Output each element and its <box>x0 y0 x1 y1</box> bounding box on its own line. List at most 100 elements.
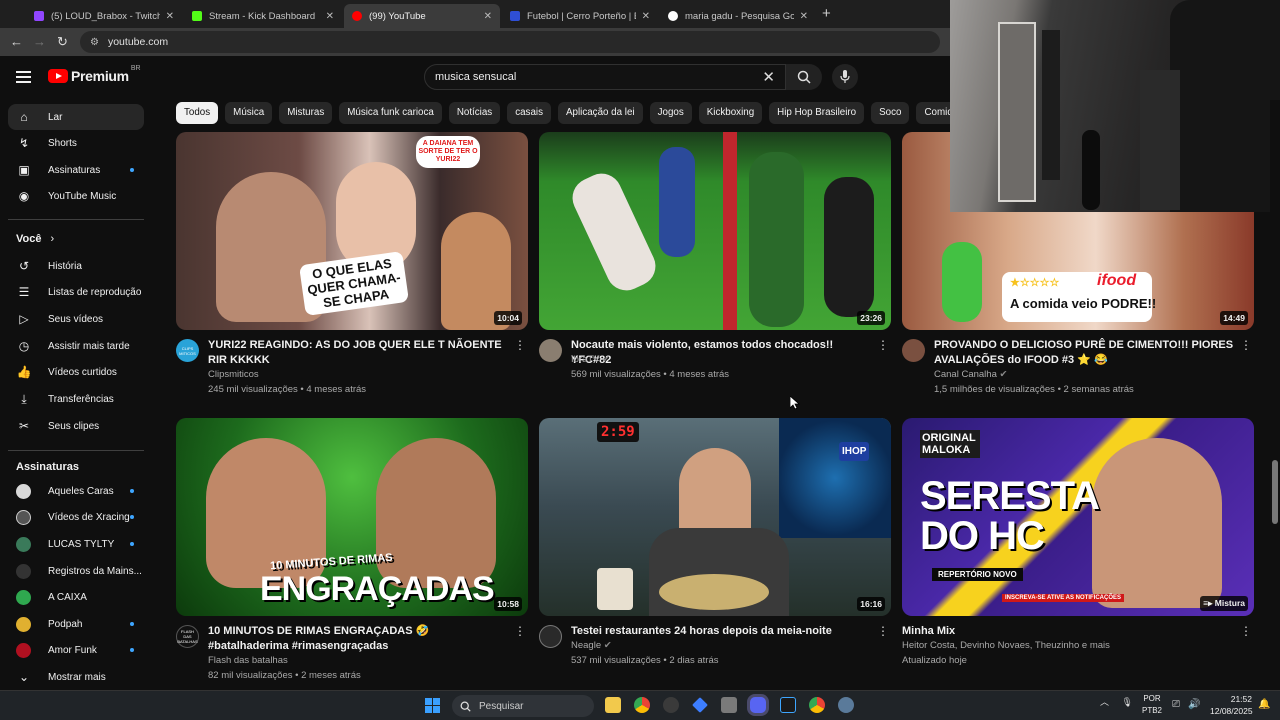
video-title[interactable]: Nocaute mais violento, estamos todos cho… <box>571 338 871 368</box>
close-tab-icon[interactable]: ✕ <box>800 11 808 22</box>
language-indicator[interactable]: POR PTB2 <box>1142 693 1162 717</box>
chip[interactable]: Misturas <box>279 102 333 124</box>
taskbar-search[interactable]: Pesquisar <box>452 695 594 717</box>
taskbar-clock[interactable]: 21:52 12/08/2025 <box>1210 693 1253 717</box>
tab-youtube[interactable]: (99) YouTube ✕ <box>344 4 500 28</box>
sidebar-heading-you[interactable]: Você › <box>16 233 54 245</box>
chip-todos[interactable]: Todos <box>176 102 219 124</box>
new-tab-icon[interactable]: + <box>822 5 831 22</box>
sidebar-item-channel[interactable]: Registros da Mains... <box>8 558 144 584</box>
chip[interactable]: Kickboxing <box>698 102 763 124</box>
file-explorer-icon[interactable] <box>605 697 621 713</box>
mix-thumbnail[interactable]: ORIGINAL MALOKA SERESTA DO HC REPERTÓRIO… <box>902 418 1254 616</box>
discord-icon[interactable] <box>750 697 766 713</box>
channel-avatar[interactable] <box>539 625 562 648</box>
windows-start-icon[interactable] <box>425 698 441 714</box>
sidebar-item-watch-later[interactable]: ◷ Assistir mais tarde <box>8 333 144 359</box>
microphone-icon[interactable]: 🎙 <box>1122 697 1133 707</box>
tab-kick[interactable]: Stream - Kick Dashboard ✕ <box>184 4 342 28</box>
channel-name[interactable]: Clipsmiticos <box>208 369 259 380</box>
chip[interactable]: Comida <box>916 102 950 124</box>
video-title[interactable]: Testei restaurantes 24 horas depois da m… <box>571 624 871 639</box>
chip[interactable]: Jogos <box>649 102 692 124</box>
chrome-icon[interactable] <box>634 697 650 713</box>
video-thumbnail[interactable]: 2:59 IHOP 16:16 <box>539 418 891 616</box>
channel-name[interactable]: IbraTV ✔ <box>571 354 610 365</box>
tab-futebol[interactable]: Futebol | Cerro Porteño | Estud ✕ <box>502 4 658 28</box>
sidebar-item-channel[interactable]: A CAIXA <box>8 584 144 610</box>
sidebar-item-subscriptions[interactable]: ▣ Assinaturas <box>8 157 144 183</box>
chip[interactable]: Aplicação da lei <box>557 102 643 124</box>
channel-name[interactable]: Neagle ✔ <box>571 640 612 651</box>
more-options-icon[interactable]: ⋮ <box>514 338 526 352</box>
video-thumbnail[interactable]: O QUE ELAS QUER CHAMA-SE CHAPA A DAIANA … <box>176 132 528 330</box>
notification-bell-icon[interactable]: 🔔 <box>1258 699 1270 710</box>
video-title[interactable]: 10 MINUTOS DE RIMAS ENGRAÇADAS 🤣 #batalh… <box>208 624 508 654</box>
sidebar-item-channel[interactable]: Aqueles Caras <box>8 478 144 504</box>
sidebar-item-liked-videos[interactable]: 👍 Vídeos curtidos <box>8 359 144 385</box>
video-thumbnail[interactable]: 23:26 <box>539 132 891 330</box>
sidebar-item-home[interactable]: ⌂ Lar <box>8 104 144 130</box>
sidebar-item-shorts[interactable]: ↯ Shorts <box>8 130 144 156</box>
app-icon[interactable] <box>721 697 737 713</box>
video-title[interactable]: PROVANDO O DELICIOSO PURÊ DE CIMENTO!!! … <box>934 338 1234 368</box>
chrome-icon[interactable] <box>809 697 825 713</box>
more-options-icon[interactable]: ⋮ <box>877 624 889 638</box>
app-icon[interactable] <box>663 697 679 713</box>
chip[interactable]: Hip Hop Brasileiro <box>769 102 865 124</box>
tab-twitch[interactable]: (5) LOUD_Brabox - Twitch ✕ <box>26 4 182 28</box>
sidebar-item-history[interactable]: ↺ História <box>8 253 144 279</box>
volume-icon[interactable]: 🔊 <box>1188 699 1200 710</box>
more-options-icon[interactable]: ⋮ <box>877 338 889 352</box>
sidebar-item-downloads[interactable]: ⤓ Transferências <box>8 386 144 412</box>
sidebar-show-more[interactable]: ⌄ Mostrar mais <box>8 664 144 690</box>
back-icon[interactable]: ← <box>10 34 23 49</box>
network-icon[interactable]: ⎚ <box>1172 699 1180 710</box>
chip[interactable]: casais <box>507 102 551 124</box>
chip[interactable]: Soco <box>871 102 910 124</box>
video-title[interactable]: Minha Mix <box>902 624 1202 639</box>
search-input[interactable]: musica sensucal ✕ <box>424 64 786 90</box>
sidebar-item-channel[interactable]: Podpah <box>8 611 144 637</box>
sidebar-item-playlists[interactable]: ☰ Listas de reprodução <box>8 279 144 305</box>
channel-avatar[interactable]: FLASH DAS BATALHAS <box>176 625 199 648</box>
sidebar-item-clips[interactable]: ✂ Seus clipes <box>8 413 144 439</box>
channel-name[interactable]: Flash das batalhas <box>208 655 288 666</box>
more-options-icon[interactable]: ⋮ <box>1240 338 1252 352</box>
forward-icon[interactable]: → <box>33 34 46 49</box>
menu-icon[interactable] <box>16 71 31 86</box>
close-tab-icon[interactable]: ✕ <box>642 11 650 22</box>
chip[interactable]: Música <box>225 102 273 124</box>
close-tab-icon[interactable]: ✕ <box>484 11 492 22</box>
youtube-logo[interactable]: Premium BR <box>48 65 141 84</box>
channel-avatar[interactable] <box>902 339 925 362</box>
sidebar-item-channel[interactable]: Amor Funk <box>8 637 144 663</box>
app-icon[interactable] <box>692 697 708 713</box>
url-field[interactable]: ⚙ youtube.com <box>80 31 940 53</box>
sidebar-item-channel[interactable]: LUCAS TYLTY <box>8 531 144 557</box>
more-options-icon[interactable]: ⋮ <box>1240 624 1252 638</box>
sidebar-item-youtube-music[interactable]: ◉ YouTube Music <box>8 183 144 209</box>
search-button[interactable] <box>786 64 822 90</box>
page-scrollbar[interactable] <box>1270 100 1280 690</box>
chip[interactable]: Música funk carioca <box>339 102 442 124</box>
sidebar-item-your-videos[interactable]: ▷ Seus vídeos <box>8 306 144 332</box>
channel-avatar[interactable]: CLIPS MITICOS <box>176 339 199 362</box>
scrollbar-thumb[interactable] <box>1272 460 1278 524</box>
settings-icon[interactable] <box>838 697 854 713</box>
voice-search-button[interactable] <box>832 64 858 90</box>
reload-icon[interactable]: ↻ <box>57 34 68 50</box>
tab-google[interactable]: maria gadu - Pesquisa Google ✕ <box>660 4 816 28</box>
close-tab-icon[interactable]: ✕ <box>326 11 334 22</box>
channel-avatar[interactable] <box>539 339 562 362</box>
close-tab-icon[interactable]: ✕ <box>166 11 174 22</box>
chevron-up-icon[interactable]: ︿ <box>1100 697 1109 707</box>
site-info-icon[interactable]: ⚙ <box>90 37 99 48</box>
sidebar-item-channel[interactable]: Vídeos de Xracing <box>8 504 144 530</box>
more-options-icon[interactable]: ⋮ <box>514 624 526 638</box>
chip[interactable]: Notícias <box>448 102 501 124</box>
channel-name[interactable]: Canal Canalha ✔ <box>934 369 1007 380</box>
terminal-icon[interactable] <box>780 697 796 713</box>
video-thumbnail[interactable]: 10 MINUTOS DE RIMAS ENGRAÇADAS 10:58 <box>176 418 528 616</box>
video-title[interactable]: YURI22 REAGINDO: AS DO JOB QUER ELE T NÃ… <box>208 338 508 368</box>
